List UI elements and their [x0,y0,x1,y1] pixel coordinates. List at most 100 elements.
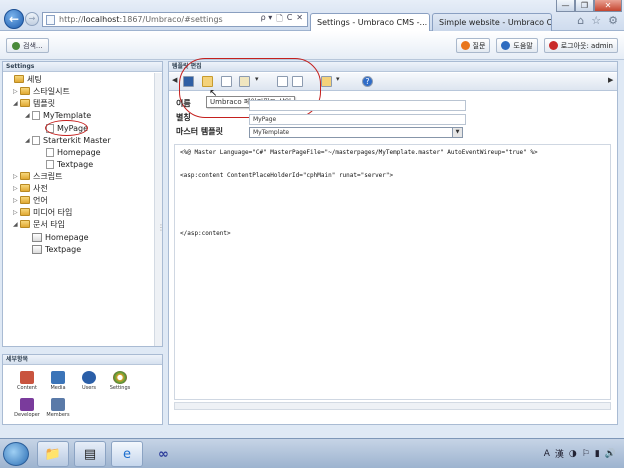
search-button[interactable]: 검색... [6,38,49,53]
save-icon[interactable] [183,76,194,87]
section-users[interactable]: Users [75,371,103,391]
tree-item-mypage[interactable]: MyPage [39,122,88,134]
tree-item-textpage-template[interactable]: Textpage [39,158,93,170]
tree-item-templates[interactable]: ◢ 템플릿 [13,97,55,109]
insert-dictionary-icon[interactable] [239,76,250,87]
ime-mode-icon[interactable]: ◑ [569,449,577,459]
favorites-icon[interactable]: ☆ [591,14,601,27]
tree-item-label: 미디어 타입 [33,207,73,217]
tree-item-label: 사전 [33,183,48,193]
section-settings[interactable]: Settings [106,371,134,391]
tree-arrow-icon[interactable]: ◢ [13,100,20,107]
tree-item-homepage-template[interactable]: Homepage [39,146,101,158]
compat-view-icon[interactable]: 🗋 [276,13,282,27]
insert-macro-icon[interactable] [221,76,232,87]
browser-chrome: ← → http://localhost:1867/Umbraco/#setti… [0,0,624,31]
forward-button[interactable]: → [25,12,39,26]
tree-arrow-icon[interactable]: ▷ [13,173,20,180]
tree-item-document-types[interactable]: ◢ 문서 타입 [13,218,65,230]
tree-item-settings-root[interactable]: 세팅 [7,73,42,85]
tree-item-label: Homepage [57,147,101,157]
template-editor-panel: 템플릿 편집 ◀ ▾ ▾ ? ▶ ↖ Umbraco 페이지필드 삽입 이름 별… [168,58,618,425]
close-window-button[interactable]: ✕ [594,0,622,12]
help-icon[interactable]: ? [362,76,373,87]
refresh-icon[interactable]: C [287,13,293,27]
tree-item-languages[interactable]: ▷ 언어 [13,194,48,206]
tree-arrow-icon[interactable]: ▷ [13,88,20,95]
question-button[interactable]: 질문 [455,38,491,53]
page-icon [46,14,55,25]
flag-icon[interactable]: ⚐ [582,449,590,459]
tools-gear-icon[interactable]: ⚙ [608,14,618,27]
template-icon [46,159,54,169]
minimize-button[interactable]: — [556,0,575,12]
tree-arrow-icon[interactable]: ▷ [13,197,20,204]
editor-horizontal-scrollbar[interactable] [174,402,611,410]
tree-arrow-icon[interactable]: ◢ [13,221,20,228]
insert-inline-macro-icon[interactable] [321,76,332,87]
tree-item-starterkit-master[interactable]: ◢ Starterkit Master [25,134,111,146]
tree-arrow-icon[interactable]: ▷ [13,209,20,216]
code-line: </asp:content> [180,230,231,237]
section-media[interactable]: Media [44,371,72,391]
logout-button[interactable]: 로그아웃: admin [543,38,618,53]
section-developer[interactable]: Developer [13,398,41,418]
insert-page-field-icon[interactable] [202,76,213,87]
tree-item-label: Starterkit Master [43,135,111,145]
logout-label: 로그아웃: admin [560,41,613,50]
home-icon[interactable]: ⌂ [577,14,584,27]
tree-arrow-icon[interactable]: ▷ [13,185,20,192]
template-icon [32,135,40,145]
tree-item-media-types[interactable]: ▷ 미디어 타입 [13,206,72,218]
visual-studio-icon[interactable]: ∞ [158,447,169,462]
folder-icon [20,220,30,228]
back-button[interactable]: ← [4,9,24,29]
help-button[interactable]: 도움말 [496,38,538,53]
section-content[interactable]: Content [13,371,41,391]
tree-item-stylesheets[interactable]: ▷ 스타일시트 [13,85,70,97]
dropdown-chevron-icon[interactable]: ▾ [336,75,340,83]
toolbar-scroll-left-icon[interactable]: ◀ [172,76,177,84]
network-icon[interactable]: ▮ [595,449,600,459]
url-path: :1867/Umbraco/#settings [119,15,223,24]
address-bar[interactable]: http://localhost:1867/Umbraco/#settings … [42,12,308,27]
name-label: 이름 [176,99,191,108]
volume-icon[interactable]: 🔊 [605,449,616,459]
start-button[interactable] [3,442,29,466]
tree-arrow-icon[interactable]: ◢ [25,137,32,144]
explorer-taskbar-button[interactable]: 📁 [37,441,69,467]
tree-scrollbar[interactable] [154,73,165,346]
tab-close-icon[interactable]: ✕ [427,18,429,27]
tab-settings[interactable]: Settings - Umbraco CMS -... ✕ [310,13,430,31]
chevron-down-icon[interactable]: ▼ [452,128,462,137]
maximize-button[interactable]: ❐ [575,0,594,12]
tree-item-mytemplate[interactable]: ◢ MyTemplate [25,109,91,121]
tree-item-label: 스타일시트 [33,86,70,96]
tree-item-dictionary[interactable]: ▷ 사전 [13,182,48,194]
tree-item-homepage-doctype[interactable]: Homepage [25,231,89,243]
insert-content-area-icon[interactable] [292,76,303,87]
stop-icon[interactable]: ✕ [296,13,303,27]
insert-placeholder-icon[interactable] [277,76,288,87]
tree-item-textpage-doctype[interactable]: Textpage [25,243,81,255]
folder-icon [20,208,30,216]
tree-arrow-icon[interactable]: ◢ [25,112,32,119]
address-url[interactable]: http://localhost:1867/Umbraco/#settings [59,15,261,24]
server-manager-taskbar-button[interactable]: ▤ [74,441,106,467]
search-dropdown-icon[interactable]: ρ ▾ [261,13,273,27]
alias-field[interactable]: MyPage [249,114,466,125]
section-members[interactable]: Members [44,398,72,418]
toolbar-scroll-right-icon[interactable]: ▶ [608,76,613,84]
members-icon [51,398,65,411]
hanja-icon[interactable]: 漢 [555,447,564,460]
internet-explorer-taskbar-button[interactable]: e [111,441,143,467]
tab-simple-website[interactable]: Simple website - Umbraco C... [432,13,552,31]
master-template-select[interactable]: MyTemplate ▼ [249,127,463,138]
name-field[interactable] [249,100,466,111]
code-editor[interactable]: <%@ Master Language="C#" MasterPageFile=… [174,144,611,400]
tree-item-scripts[interactable]: ▷ 스크립트 [13,170,62,182]
template-icon [46,123,54,133]
input-language-icon[interactable]: A [544,449,550,459]
folder-icon [20,172,30,180]
dropdown-chevron-icon[interactable]: ▾ [255,75,259,83]
